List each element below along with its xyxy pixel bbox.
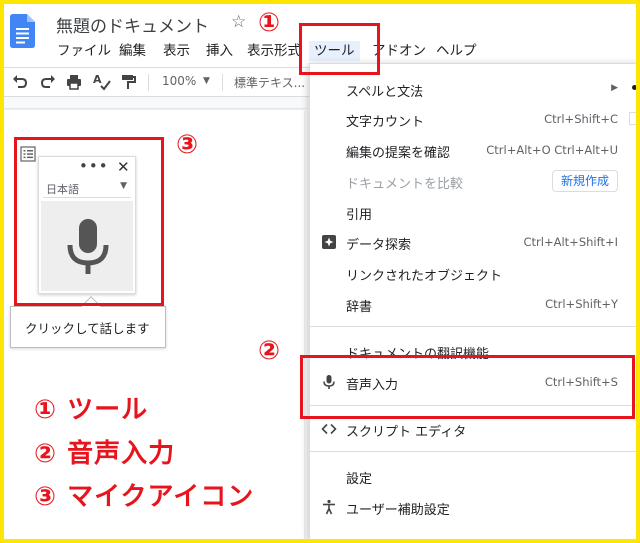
new-badge: 新規作成	[551, 170, 618, 192]
menu-item-explore[interactable]: データ探索 Ctrl+Alt+Shift+I	[310, 227, 640, 257]
zoom-select[interactable]: 100%	[162, 74, 196, 88]
menu-item-linked-objects[interactable]: リンクされたオブジェクト	[310, 258, 640, 288]
spellcheck-icon[interactable]: A	[92, 72, 112, 92]
redo-icon[interactable]	[38, 72, 58, 92]
menu-item-label: 設定	[346, 472, 373, 487]
menu-help[interactable]: ヘルプ	[431, 41, 482, 61]
menu-item-citations[interactable]: 引用	[310, 197, 640, 227]
menu-item-shortcut: Ctrl+Alt+O Ctrl+Alt+U	[486, 143, 618, 157]
ruler	[0, 97, 308, 109]
side-panel-edge	[629, 112, 640, 125]
menu-divider	[310, 326, 640, 327]
explore-icon	[322, 235, 336, 249]
menu-file[interactable]: ファイル	[52, 41, 116, 61]
menu-item-spelling[interactable]: スペルと文法 ▶	[310, 74, 640, 104]
tooltip-text: クリックして話します	[25, 321, 150, 336]
menu-item-word-count[interactable]: 文字カウント Ctrl+Shift+C	[310, 104, 640, 134]
menu-item-label: 引用	[346, 208, 373, 223]
menu-item-label: 文字カウント	[346, 115, 425, 130]
menu-item-review-suggestions[interactable]: 編集の提案を確認 Ctrl+Alt+O Ctrl+Alt+U	[310, 135, 640, 165]
star-icon[interactable]: ☆	[231, 12, 246, 32]
toolbar-divider	[148, 74, 149, 91]
menu-item-label: リンクされたオブジェクト	[346, 269, 503, 284]
submenu-arrow-icon: ▶	[611, 83, 618, 93]
menu-view[interactable]: 表示	[158, 41, 195, 61]
menu-insert[interactable]: 挿入	[201, 41, 238, 61]
paint-format-icon[interactable]	[118, 72, 138, 92]
menu-format[interactable]: 表示形式	[242, 41, 306, 61]
style-select[interactable]: 標準テキス...	[234, 74, 305, 91]
menu-item-dictionary[interactable]: 辞書 Ctrl+Shift+Y	[310, 289, 640, 319]
menu-item-shortcut: Ctrl+Alt+Shift+I	[523, 235, 618, 249]
annotation-number-2: ②	[258, 336, 281, 366]
menu-item-label: ユーザー補助設定	[346, 503, 450, 518]
legend-tools: ① ツール	[34, 395, 149, 425]
menu-item-compare-documents[interactable]: ドキュメントを比較 新規作成	[310, 166, 640, 196]
menu-item-label: スペルと文法	[346, 85, 424, 100]
zoom-chevron-icon[interactable]: ▼	[203, 76, 210, 86]
code-icon	[321, 423, 337, 435]
menu-item-label: ドキュメントを比較	[346, 177, 464, 192]
menu-item-accessibility[interactable]: ユーザー補助設定	[310, 492, 640, 522]
edge-dot	[632, 85, 637, 90]
menu-item-label: データ探索	[346, 238, 412, 253]
tools-menu: スペルと文法 ▶ 文字カウント Ctrl+Shift+C 編集の提案を確認 Ct…	[309, 63, 640, 540]
undo-icon[interactable]	[10, 72, 30, 92]
menu-edit[interactable]: 編集	[114, 41, 151, 61]
legend-microphone-icon: ③ マイクアイコン	[34, 482, 255, 512]
highlight-microphone	[14, 137, 164, 306]
menu-item-label: 編集の提案を確認	[346, 146, 451, 161]
menu-item-label: 辞書	[346, 300, 373, 315]
print-icon[interactable]	[64, 72, 84, 92]
docs-logo-icon[interactable]	[10, 14, 35, 48]
document-title[interactable]: 無題のドキュメント	[56, 12, 209, 37]
annotation-number-1: ①	[258, 8, 281, 38]
highlight-tools-menu	[299, 23, 380, 75]
menu-item-shortcut: Ctrl+Shift+Y	[545, 297, 618, 311]
svg-text:A: A	[93, 73, 102, 86]
toolbar-divider	[222, 74, 223, 91]
menu-divider	[310, 451, 640, 452]
menu-item-shortcut: Ctrl+Shift+C	[544, 112, 618, 126]
accessibility-icon	[323, 499, 335, 515]
menu-item-label: スクリプト エディタ	[346, 425, 467, 440]
legend-voice-typing: ② 音声入力	[34, 439, 176, 469]
highlight-voice-typing	[300, 355, 635, 419]
annotation-number-3: ③	[176, 130, 199, 160]
menu-item-preferences[interactable]: 設定	[310, 461, 640, 491]
